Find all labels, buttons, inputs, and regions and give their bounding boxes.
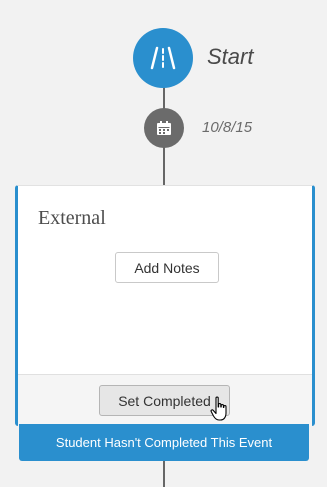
start-label: Start: [207, 44, 254, 69]
date-node: [144, 108, 184, 148]
timeline-connector: [163, 146, 165, 186]
event-card: External Add Notes Set Completed: [15, 185, 315, 426]
card-footer: Set Completed: [18, 374, 312, 426]
hand-cursor-icon: [210, 396, 227, 421]
timeline-connector: [163, 460, 165, 487]
status-banner: Student Hasn't Completed This Event: [19, 424, 309, 461]
event-title: External: [38, 207, 106, 229]
add-notes-button[interactable]: Add Notes: [115, 252, 219, 283]
date-label: 10/8/15: [202, 119, 253, 136]
event-timeline: Start 10/8/15 External Add Notes Set Com…: [0, 0, 327, 487]
timeline-connector: [163, 86, 165, 110]
calendar-icon: [157, 121, 171, 135]
start-node: [133, 28, 193, 88]
road-icon: [150, 46, 176, 70]
